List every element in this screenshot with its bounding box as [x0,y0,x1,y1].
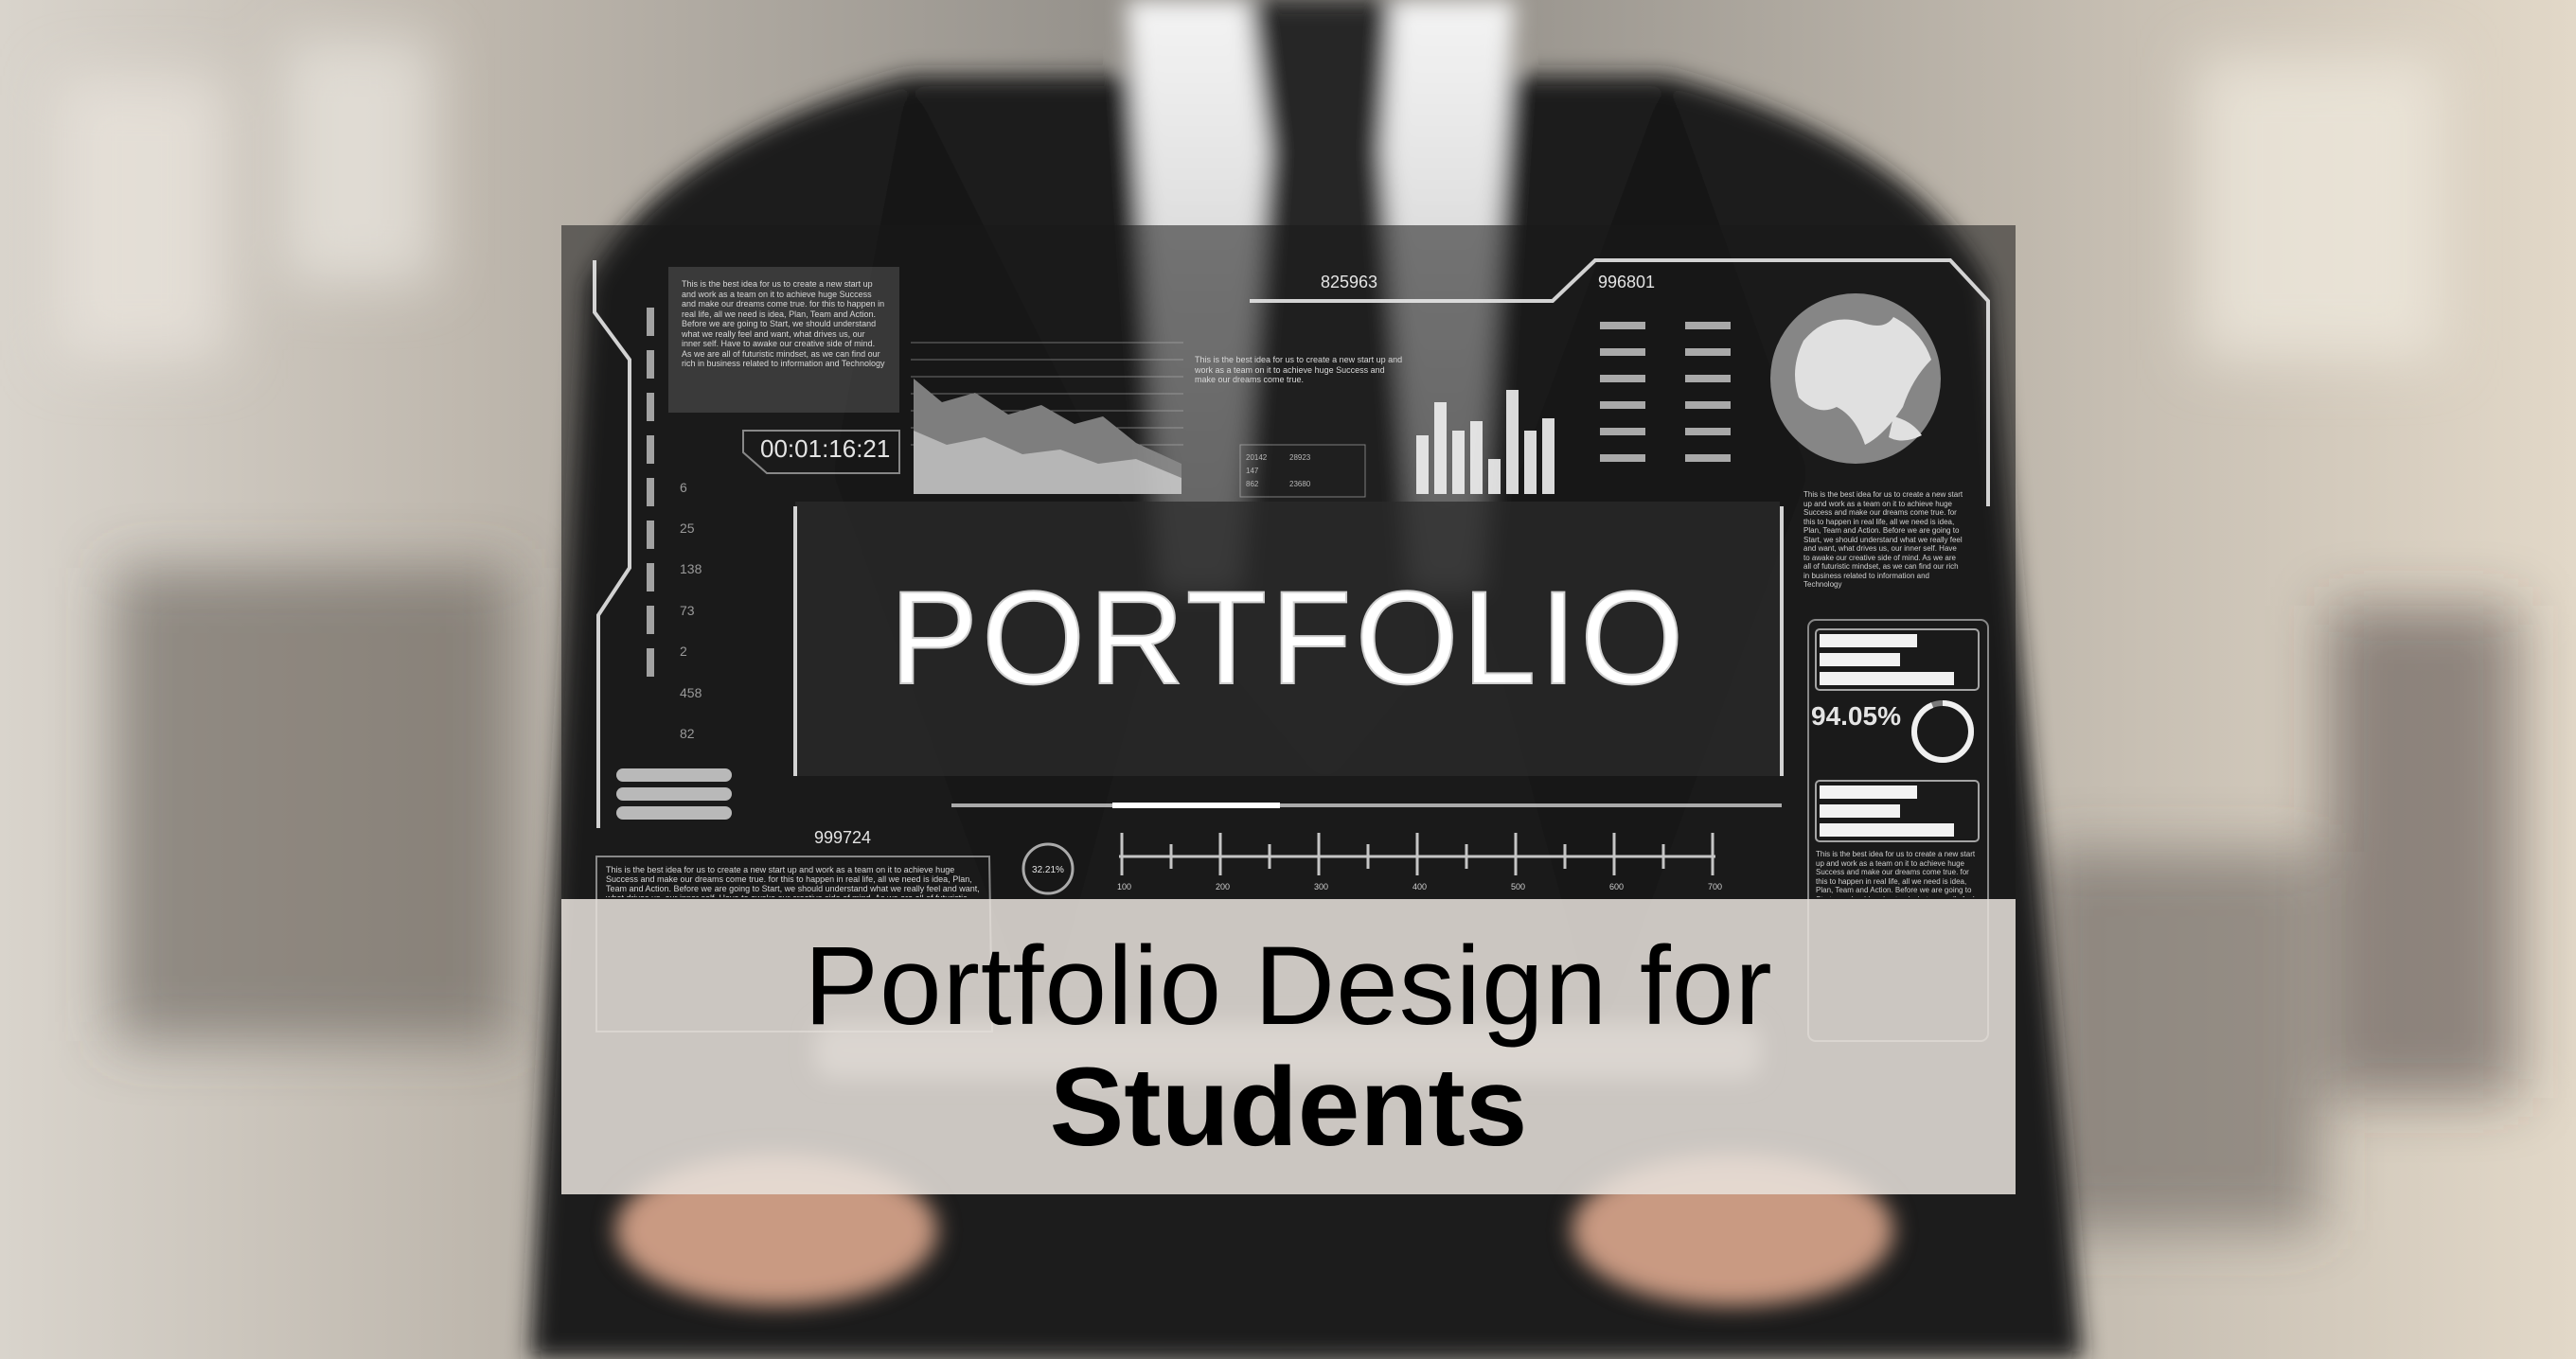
paragraph-block-top-left: This is the best idea for us to create a… [682,279,885,368]
scale-numbers: 6 25 138 73 2 458 82 [680,480,702,741]
svg-text:2: 2 [680,644,687,659]
caption-title: Portfolio Design for [804,924,1773,1049]
svg-text:200: 200 [1216,882,1230,891]
svg-text:700: 700 [1708,882,1722,891]
svg-text:300: 300 [1314,882,1328,891]
paragraph-block-right: This is the best idea for us to create a… [1803,490,1963,589]
bar-chart [1416,390,1554,494]
code-bottom-text: 999724 [814,828,871,847]
caption-banner: Portfolio Design for Students [561,899,2016,1194]
ruler-labels: 100 200 300 400 500 600 700 [1117,882,1722,891]
headline-text: PORTFOLIO [890,563,1687,712]
svg-text:100: 100 [1117,882,1131,891]
svg-text:458: 458 [680,685,702,700]
left-level-bars [647,308,654,677]
svg-text:147: 147 [1246,467,1259,475]
svg-text:6: 6 [680,480,687,495]
mini-table: 20142 28923 147 862 23680 [1239,444,1366,498]
svg-text:20142: 20142 [1246,453,1268,462]
percent-small-text: 32.21% [1032,865,1064,875]
svg-text:138: 138 [680,561,702,576]
svg-text:82: 82 [680,726,695,741]
paragraph-block-bottom-left: This is the best idea for us to create a… [606,865,980,897]
svg-text:73: 73 [680,603,695,618]
ruler [1119,833,1715,875]
globe-icon [1770,293,1941,464]
svg-text:25: 25 [680,521,695,536]
right-progress-bars-top [1815,628,1980,691]
caption-subtitle: Students [1049,1045,1528,1170]
percent-large-text: 94.05% [1811,701,1901,731]
svg-text:28923: 28923 [1289,453,1311,462]
svg-text:400: 400 [1412,882,1427,891]
dot-matrix [1600,322,1731,462]
svg-text:600: 600 [1609,882,1624,891]
svg-text:862: 862 [1246,480,1259,488]
svg-text:23680: 23680 [1289,480,1311,488]
code-right-text: 996801 [1598,273,1655,291]
paragraph-block-center: This is the best idea for us to create a… [1195,355,1403,384]
paragraph-block-right-lower: This is the best idea for us to create a… [1816,850,1976,897]
right-progress-bars-bottom [1815,780,1980,842]
percentage-ring [1911,700,1974,763]
left-pill-bars [616,768,732,820]
code-top-text: 825963 [1321,273,1377,291]
svg-text:500: 500 [1511,882,1525,891]
timer-text: 00:01:16:21 [760,434,890,463]
area-chart [911,342,1183,494]
